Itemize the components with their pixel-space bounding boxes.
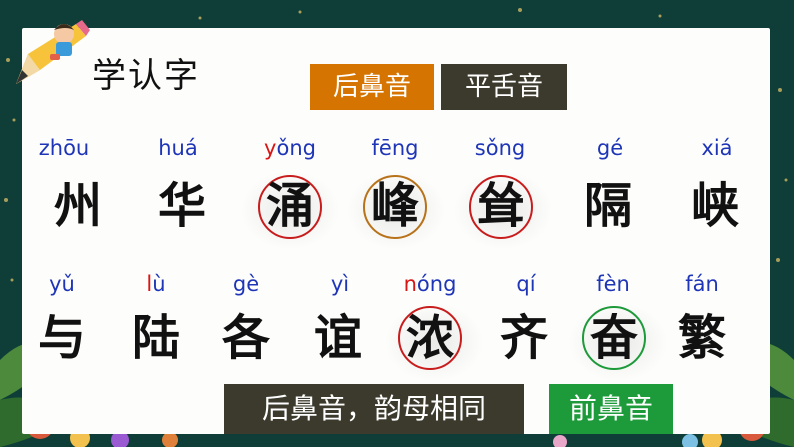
pinyin-label: sǒng bbox=[474, 136, 526, 160]
page-title: 学认字 bbox=[92, 56, 200, 96]
pinyin-label: nóng bbox=[403, 272, 457, 296]
pinyin-label: qí bbox=[516, 272, 536, 296]
character: 陆 bbox=[131, 310, 180, 366]
character: 峡 bbox=[690, 178, 739, 234]
pinyin-label: yǒng bbox=[264, 136, 316, 160]
pinyin-label: fèn bbox=[596, 272, 630, 296]
pinyin-label: fēng bbox=[371, 136, 419, 160]
character: 各 bbox=[221, 310, 270, 366]
pinyin-label: gé bbox=[596, 136, 624, 160]
character: 繁 bbox=[677, 310, 726, 366]
kid-on-pencil-icon bbox=[16, 20, 90, 84]
character: 齐 bbox=[499, 310, 548, 366]
pinyin-label: fán bbox=[685, 272, 719, 296]
character: 谊 bbox=[313, 310, 362, 366]
character: 华 bbox=[157, 178, 206, 234]
character: 州 bbox=[53, 178, 102, 234]
character: 与 bbox=[37, 310, 86, 366]
pinyin-label: gè bbox=[232, 272, 260, 296]
pinyin-label: yì bbox=[330, 272, 350, 296]
character: 浓 bbox=[405, 310, 454, 366]
character: 峰 bbox=[370, 178, 419, 234]
pinyin-label: yǔ bbox=[49, 272, 75, 296]
character: 耸 bbox=[476, 178, 525, 234]
pinyin-label: lù bbox=[146, 272, 166, 296]
pinyin-label: zhōu bbox=[38, 136, 90, 160]
character: 隔 bbox=[583, 178, 632, 234]
front-nasal-tag: 前鼻音 bbox=[549, 384, 673, 434]
pinyin-label: xiá bbox=[701, 136, 733, 160]
flat-tongue-tag: 平舌音 bbox=[441, 64, 567, 110]
character: 涌 bbox=[265, 178, 314, 234]
back-nasal-same-final-tag: 后鼻音，韵母相同 bbox=[224, 384, 524, 434]
pinyin-label: huá bbox=[158, 136, 198, 160]
character: 奋 bbox=[589, 310, 638, 366]
back-nasal-tag: 后鼻音 bbox=[310, 64, 434, 110]
